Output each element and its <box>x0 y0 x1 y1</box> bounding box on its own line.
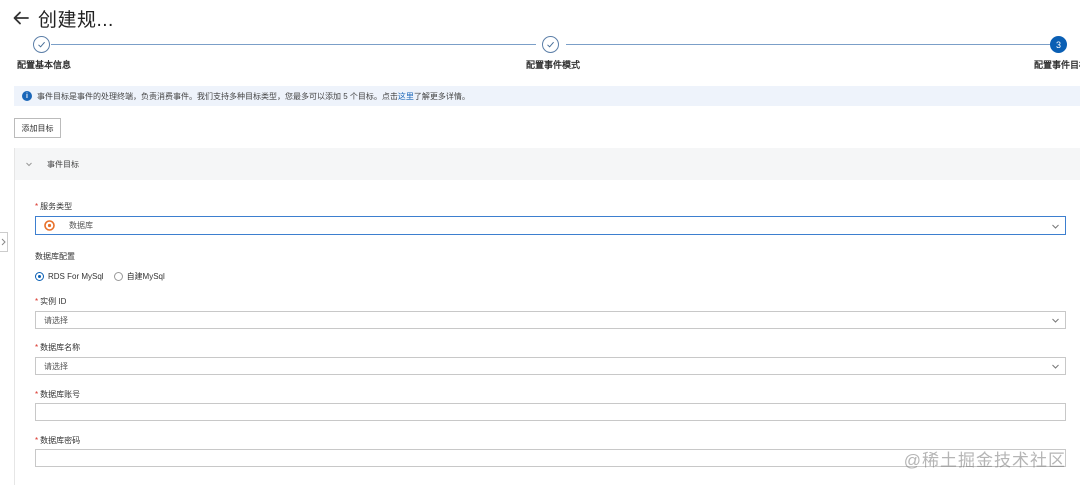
page-title: 创建规... <box>38 9 114 31</box>
database-service-icon <box>44 220 55 231</box>
back-arrow-icon[interactable] <box>12 9 30 27</box>
chevron-down-icon <box>1052 224 1059 229</box>
instance-id-select[interactable]: 请选择 <box>35 311 1066 329</box>
required-mark: * <box>35 436 39 445</box>
required-mark: * <box>35 390 39 399</box>
watermark-text: @稀土掘金技术社区 <box>903 451 1066 470</box>
db-config-label: 数据库配置 <box>35 252 75 261</box>
step-connector <box>51 44 536 45</box>
step-indicator: 配置基本信息 配置事件模式 3 配置事件目标 <box>0 34 1080 78</box>
info-link[interactable]: 这里 <box>398 91 414 102</box>
service-type-select[interactable]: 数据库 <box>35 216 1066 235</box>
required-mark: * <box>35 343 39 352</box>
db-name-select[interactable]: 请选择 <box>35 357 1066 375</box>
check-icon <box>547 41 554 48</box>
step-1-label: 配置基本信息 <box>17 60 72 70</box>
sidebar-toggle[interactable] <box>0 232 8 252</box>
step-2-label: 配置事件模式 <box>526 60 581 70</box>
db-account-label: * 数据库账号 <box>35 390 81 399</box>
db-name-label: * 数据库名称 <box>35 343 81 352</box>
db-account-input[interactable] <box>35 403 1066 421</box>
step-2-circle <box>542 36 559 53</box>
db-password-label: * 数据库密码 <box>35 436 81 445</box>
chevron-down-icon <box>1052 364 1059 369</box>
required-mark: * <box>35 297 39 306</box>
step-1-circle <box>33 36 50 53</box>
service-type-value: 数据库 <box>69 221 93 230</box>
chevron-down-icon <box>26 162 32 167</box>
chevron-down-icon <box>1052 318 1059 323</box>
step-3-circle: 3 <box>1050 36 1067 53</box>
instance-id-placeholder: 请选择 <box>44 315 68 325</box>
radio-rds[interactable] <box>35 272 44 281</box>
required-mark: * <box>35 202 39 211</box>
info-suffix: 了解更多详情。 <box>413 91 470 101</box>
page-header: 创建规... <box>12 4 114 32</box>
check-icon <box>38 41 45 48</box>
panel-title: 事件目标 <box>47 159 79 169</box>
db-name-placeholder: 请选择 <box>44 361 68 371</box>
instance-id-label: * 实例 ID <box>35 297 67 306</box>
info-text: 事件目标是事件的处理终端，负责消费事件。我们支持多种目标类型，您最多可以添加 5… <box>37 91 398 101</box>
info-banner: i 事件目标是事件的处理终端，负责消费事件。我们支持多种目标类型，您最多可以添加… <box>14 86 1080 106</box>
panel-header[interactable]: 事件目标 <box>15 148 1080 180</box>
chevron-right-icon <box>1 238 6 246</box>
radio-self-built-label[interactable]: 自建MySql <box>127 271 165 282</box>
add-target-button[interactable]: 添加目标 <box>14 118 61 138</box>
radio-rds-label[interactable]: RDS For MySql <box>48 272 104 281</box>
info-icon: i <box>22 91 32 101</box>
step-connector <box>566 44 1050 45</box>
service-type-label: * 服务类型 <box>35 202 73 211</box>
radio-self-built[interactable] <box>113 272 123 281</box>
db-type-radio-group: RDS For MySql 自建MySql <box>35 271 175 282</box>
step-3-label: 配置事件目标 <box>1034 60 1080 70</box>
